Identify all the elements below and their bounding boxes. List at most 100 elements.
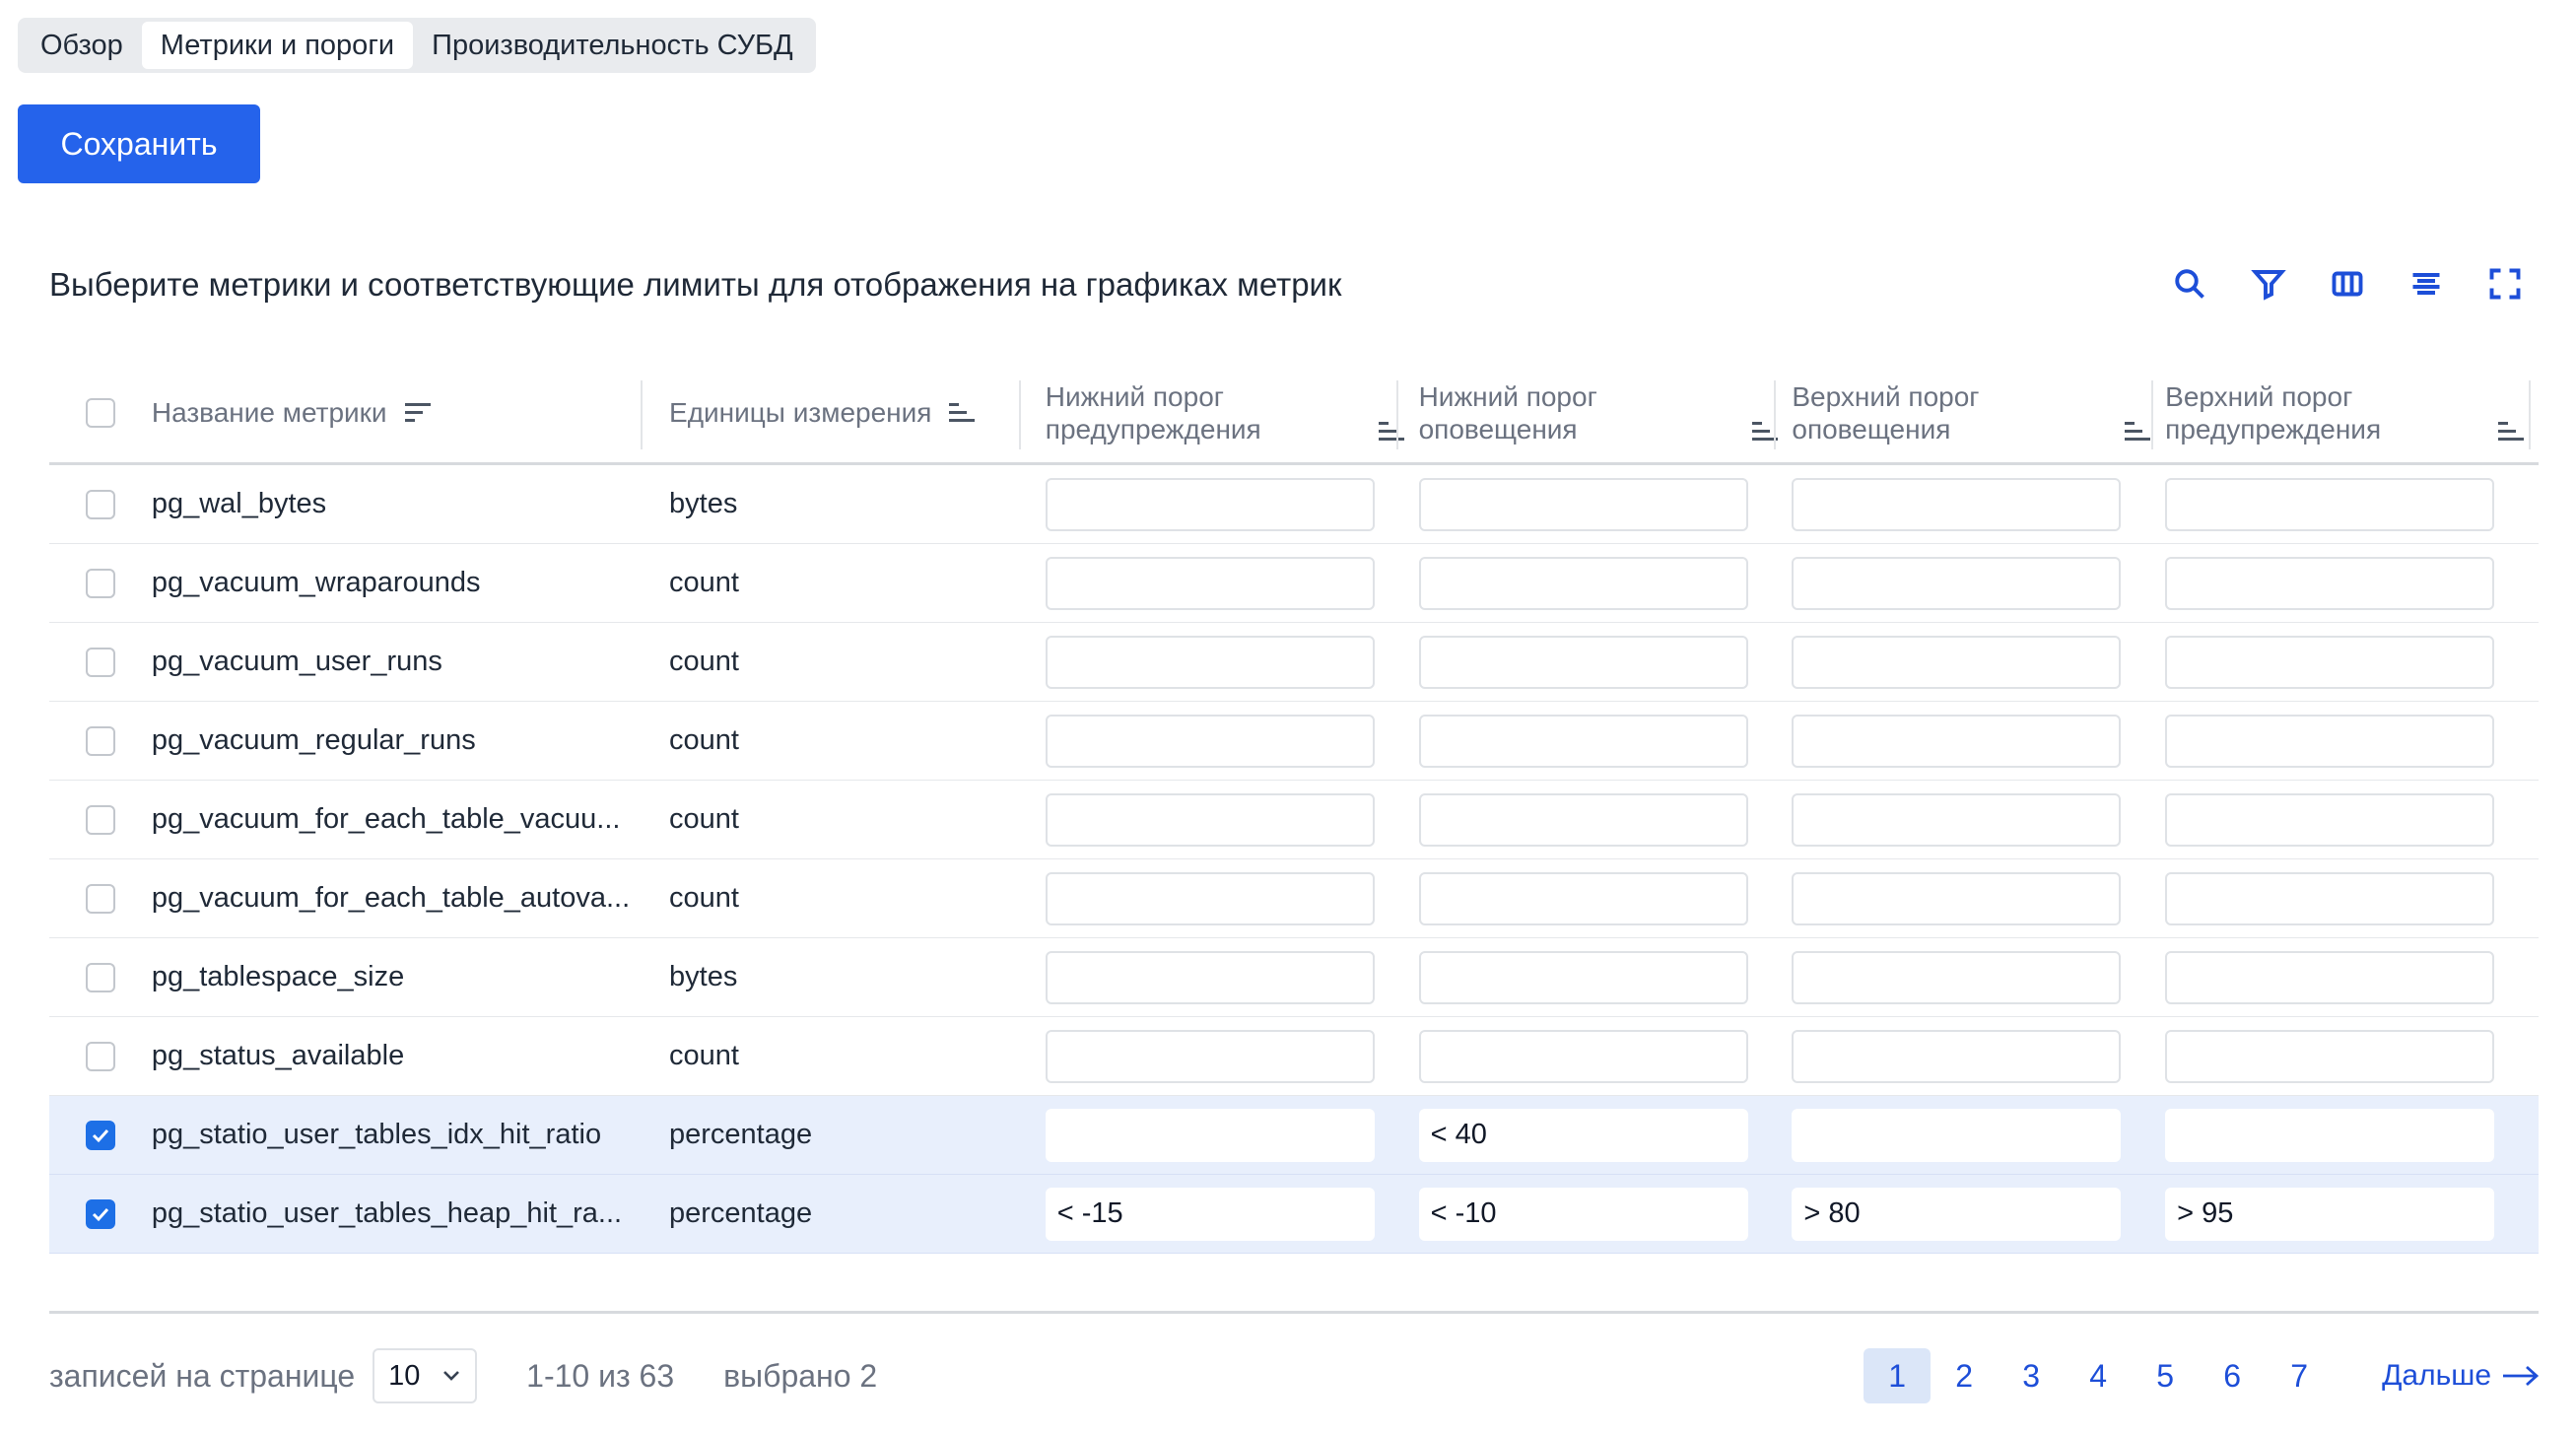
threshold-input-low-warning[interactable] — [1045, 792, 1375, 847]
sort-icon[interactable] — [1377, 418, 1406, 445]
table-row[interactable]: pg_vacuum_wraparounds count — [49, 544, 2539, 623]
row-checkbox[interactable] — [85, 804, 115, 835]
save-button[interactable]: Сохранить — [18, 104, 260, 183]
row-checkbox[interactable] — [85, 489, 115, 519]
column-divider[interactable] — [1019, 380, 1021, 449]
column-divider[interactable] — [2151, 380, 2153, 449]
threshold-input-low-alert[interactable] — [1418, 1029, 1748, 1083]
row-checkbox-cell — [49, 1041, 152, 1071]
page-number[interactable]: 2 — [1931, 1348, 1998, 1403]
threshold-input-low-alert[interactable] — [1418, 635, 1748, 689]
threshold-cell-high-alert — [1792, 1029, 2165, 1083]
tab-1[interactable]: Метрики и пороги — [141, 22, 414, 69]
threshold-input-high-warning[interactable] — [2165, 714, 2495, 768]
threshold-input-high-alert[interactable] — [1792, 714, 2122, 768]
fullscreen-icon[interactable] — [2485, 264, 2525, 304]
page-number[interactable]: 3 — [1998, 1348, 2065, 1403]
threshold-input-low-warning[interactable] — [1045, 871, 1375, 925]
header-low-alert[interactable]: Нижний порог оповещения — [1419, 380, 1793, 445]
row-checkbox[interactable] — [85, 725, 115, 756]
page-number[interactable]: 5 — [2132, 1348, 2199, 1403]
threshold-input-high-alert[interactable] — [1792, 477, 2122, 531]
header-low-warning[interactable]: Нижний порог предупреждения — [1046, 380, 1419, 445]
threshold-input-low-warning[interactable]: < -15 — [1045, 1187, 1375, 1241]
row-checkbox[interactable] — [85, 962, 115, 992]
table-row[interactable]: pg_wal_bytes bytes — [49, 465, 2539, 544]
threshold-input-low-warning[interactable] — [1045, 1108, 1375, 1162]
threshold-input-low-warning[interactable] — [1045, 714, 1375, 768]
row-checkbox[interactable] — [85, 647, 115, 677]
threshold-input-low-alert[interactable] — [1418, 477, 1748, 531]
row-checkbox[interactable] — [85, 883, 115, 914]
table-row[interactable]: pg_status_available count — [49, 1017, 2539, 1096]
threshold-input-high-alert[interactable] — [1792, 1029, 2122, 1083]
column-divider[interactable] — [2529, 380, 2531, 449]
sort-icon[interactable] — [947, 399, 977, 427]
threshold-input-high-warning[interactable] — [2165, 950, 2495, 1004]
table-row[interactable]: pg_vacuum_for_each_table_autova... count — [49, 859, 2539, 938]
header-high-alert[interactable]: Верхний порог оповещения — [1792, 380, 2165, 445]
table-row[interactable]: pg_statio_user_tables_idx_hit_ratio perce… — [49, 1096, 2539, 1175]
threshold-input-high-alert[interactable] — [1792, 871, 2122, 925]
table-row[interactable]: pg_vacuum_for_each_table_vacuu... count — [49, 781, 2539, 859]
page-number[interactable]: 4 — [2065, 1348, 2132, 1403]
threshold-cell-low-alert — [1418, 477, 1793, 531]
threshold-input-high-warning[interactable] — [2165, 792, 2495, 847]
table-row[interactable]: pg_vacuum_user_runs count — [49, 623, 2539, 702]
columns-icon[interactable] — [2328, 264, 2367, 304]
threshold-input-low-alert[interactable] — [1418, 714, 1748, 768]
threshold-input-high-warning[interactable] — [2165, 635, 2495, 689]
threshold-input-high-warning[interactable] — [2165, 1108, 2495, 1162]
threshold-input-high-warning[interactable] — [2165, 1029, 2495, 1083]
page-number[interactable]: 7 — [2266, 1348, 2333, 1403]
header-high-warning[interactable]: Верхний порог предупреждения — [2165, 380, 2539, 445]
threshold-input-low-alert[interactable] — [1418, 950, 1748, 1004]
page-number[interactable]: 1 — [1864, 1348, 1932, 1403]
threshold-input-low-warning[interactable] — [1045, 556, 1375, 610]
tab-2[interactable]: Производительность СУБД — [413, 22, 812, 69]
row-checkbox[interactable] — [85, 1198, 115, 1229]
threshold-input-high-warning[interactable] — [2165, 871, 2495, 925]
threshold-input-low-warning[interactable] — [1045, 635, 1375, 689]
sort-icon[interactable] — [2123, 418, 2152, 445]
metric-unit: count — [669, 567, 739, 598]
per-page-select[interactable]: 10 — [373, 1348, 478, 1403]
threshold-input-high-alert[interactable]: > 80 — [1792, 1187, 2122, 1241]
threshold-input-high-warning[interactable]: > 95 — [2165, 1187, 2495, 1241]
select-all-checkbox[interactable] — [85, 397, 115, 428]
column-divider[interactable] — [1396, 380, 1398, 449]
header-unit[interactable]: Единицы измерения — [669, 396, 1046, 429]
tab-0[interactable]: Обзор — [22, 22, 142, 69]
page-number[interactable]: 6 — [2199, 1348, 2266, 1403]
column-divider[interactable] — [641, 380, 643, 449]
threshold-input-high-alert[interactable] — [1792, 792, 2122, 847]
column-divider[interactable] — [1774, 380, 1776, 449]
threshold-input-low-warning[interactable] — [1045, 1029, 1375, 1083]
row-checkbox[interactable] — [85, 1120, 115, 1150]
row-checkbox[interactable] — [85, 568, 115, 598]
threshold-input-low-warning[interactable] — [1045, 950, 1375, 1004]
threshold-input-low-alert[interactable] — [1418, 792, 1748, 847]
header-name[interactable]: Название метрики — [152, 396, 669, 429]
threshold-input-low-alert[interactable] — [1418, 556, 1748, 610]
threshold-input-high-warning[interactable] — [2165, 556, 2495, 610]
threshold-input-low-alert[interactable]: < -10 — [1418, 1187, 1748, 1241]
sort-icon[interactable] — [403, 399, 433, 427]
threshold-input-high-alert[interactable] — [1792, 556, 2122, 610]
sort-icon[interactable] — [2496, 418, 2526, 445]
next-page-button[interactable]: Дальше — [2382, 1359, 2541, 1393]
threshold-input-high-alert[interactable] — [1792, 1108, 2122, 1162]
table-row[interactable]: pg_statio_user_tables_heap_hit_ra... perc… — [49, 1175, 2539, 1254]
threshold-input-low-warning[interactable] — [1045, 477, 1375, 531]
threshold-input-low-alert[interactable]: < 40 — [1418, 1108, 1748, 1162]
table-row[interactable]: pg_tablespace_size bytes — [49, 938, 2539, 1017]
row-checkbox[interactable] — [85, 1041, 115, 1071]
threshold-input-high-alert[interactable] — [1792, 950, 2122, 1004]
threshold-input-low-alert[interactable] — [1418, 871, 1748, 925]
threshold-input-high-alert[interactable] — [1792, 635, 2122, 689]
align-icon[interactable] — [2407, 264, 2446, 304]
search-icon[interactable] — [2170, 264, 2209, 304]
threshold-input-high-warning[interactable] — [2165, 477, 2495, 531]
table-row[interactable]: pg_vacuum_regular_runs count — [49, 702, 2539, 781]
filter-icon[interactable] — [2249, 264, 2288, 304]
